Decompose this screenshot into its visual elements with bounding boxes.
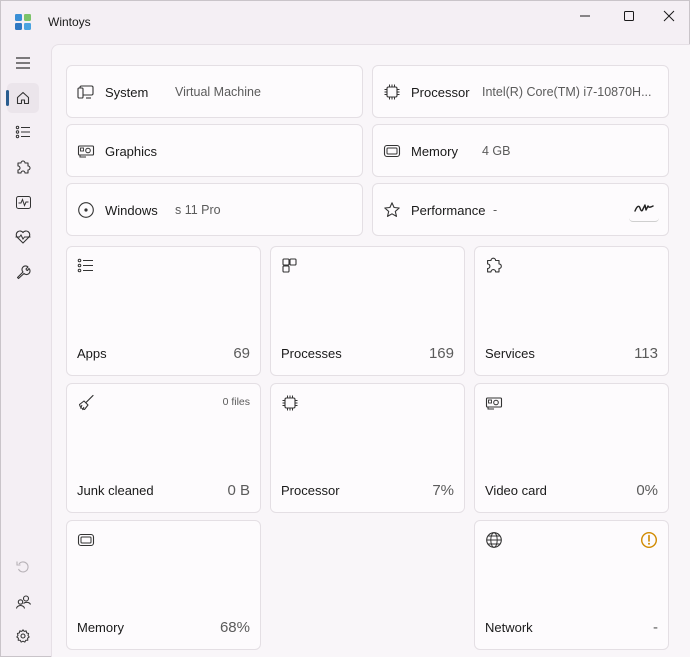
processor-usage: 7% <box>432 482 454 499</box>
gpu-icon <box>485 397 503 410</box>
system-label: System <box>105 85 149 100</box>
memory-usage: 68% <box>219 619 250 636</box>
heartbeat-icon <box>15 230 31 244</box>
windows-card[interactable]: Windows s 11 Pro <box>66 183 363 236</box>
apps-label: Apps <box>77 346 107 361</box>
processes-tile[interactable]: Processes 169 <box>270 246 465 376</box>
graphics-card[interactable]: Graphics <box>66 124 363 177</box>
memory-tile[interactable]: Memory 68% <box>66 520 261 650</box>
processor-value: Intel(R) Core(TM) i7-10870H... <box>482 85 652 99</box>
nav-health[interactable] <box>7 222 39 252</box>
minimize-button[interactable] <box>563 1 607 31</box>
windows-label: Windows <box>105 203 158 218</box>
processes-label: Processes <box>281 346 342 361</box>
memory-tile-label: Memory <box>77 620 124 635</box>
undo-icon <box>16 561 29 573</box>
windows-value: s 11 Pro <box>175 203 221 217</box>
maximize-icon <box>624 11 634 21</box>
apps-count: 69 <box>233 345 250 362</box>
people-icon <box>15 595 31 609</box>
memory-card[interactable]: Memory 4 GB <box>372 124 669 177</box>
processes-count: 169 <box>428 345 454 362</box>
memory-icon <box>77 533 95 547</box>
system-value: Virtual Machine <box>175 85 261 99</box>
app-window: Wintoys System Virtual Machine Processor… <box>0 0 690 657</box>
star-icon <box>384 202 400 217</box>
puzzle-icon <box>487 257 502 273</box>
computer-icon <box>77 85 94 99</box>
home-icon <box>16 91 30 105</box>
performance-boost-button[interactable] <box>629 196 659 222</box>
maximize-button[interactable] <box>607 1 651 31</box>
junk-size: 0 B <box>227 482 250 499</box>
videocard-usage: 0% <box>636 482 658 499</box>
broom-icon <box>78 394 94 411</box>
graphics-label: Graphics <box>105 144 158 159</box>
gpu-icon <box>77 145 95 158</box>
videocard-tile[interactable]: Video card 0% <box>474 383 669 513</box>
processes-icon <box>282 258 297 273</box>
active-indicator <box>6 90 9 106</box>
videocard-label: Video card <box>485 483 547 498</box>
account-button[interactable] <box>7 587 39 617</box>
nav-home[interactable] <box>7 83 39 113</box>
junk-tile[interactable]: 0 files Junk cleaned 0 B <box>66 383 261 513</box>
wrench-icon <box>16 265 31 280</box>
disc-icon <box>78 202 94 218</box>
performance-label: Performance <box>411 203 486 218</box>
undo-button[interactable] <box>7 552 39 582</box>
globe-icon <box>486 532 502 548</box>
processor-card[interactable]: Processor Intel(R) Core(TM) i7-10870H... <box>372 65 669 118</box>
memory-value: 4 GB <box>482 144 511 158</box>
settings-button[interactable] <box>7 621 39 651</box>
network-tile[interactable]: Network - <box>474 520 669 650</box>
list-icon <box>15 125 30 139</box>
gear-icon <box>16 629 30 643</box>
warning-icon[interactable] <box>640 531 658 549</box>
nav-tools[interactable] <box>7 257 39 287</box>
nav-apps[interactable] <box>7 117 39 147</box>
services-label: Services <box>485 346 535 361</box>
minimize-icon <box>580 15 590 17</box>
cpu-icon <box>282 395 298 411</box>
performance-value: - <box>493 203 498 217</box>
performance-card[interactable]: Performance - <box>372 183 669 236</box>
network-label: Network <box>485 620 533 635</box>
menu-button[interactable] <box>7 48 39 78</box>
memory-label: Memory <box>411 144 458 159</box>
apps-tile[interactable]: Apps 69 <box>66 246 261 376</box>
processor-tile-label: Processor <box>281 483 340 498</box>
services-count: 113 <box>634 345 658 362</box>
close-icon <box>663 10 675 22</box>
processor-tile[interactable]: Processor 7% <box>270 383 465 513</box>
network-value: - <box>653 619 658 636</box>
system-card[interactable]: System Virtual Machine <box>66 65 363 118</box>
wintoys-logo-icon <box>15 14 31 30</box>
puzzle-icon <box>16 159 31 174</box>
nav-performance[interactable] <box>7 187 39 217</box>
junk-label: Junk cleaned <box>77 483 154 498</box>
app-title: Wintoys <box>48 15 91 29</box>
memory-icon <box>383 144 401 158</box>
list-icon <box>77 258 93 273</box>
dashboard-content: System Virtual Machine Processor Intel(R… <box>51 44 690 657</box>
junk-files-count: 0 files <box>222 396 250 408</box>
nav-services[interactable] <box>7 152 39 182</box>
processor-label: Processor <box>411 85 470 100</box>
services-tile[interactable]: Services 113 <box>474 246 669 376</box>
hamburger-icon <box>16 57 30 69</box>
activity-icon <box>15 195 31 209</box>
title-bar[interactable]: Wintoys <box>1 1 689 43</box>
cpu-icon <box>384 84 400 100</box>
speed-sign-icon <box>634 203 654 212</box>
close-button[interactable] <box>647 1 690 31</box>
